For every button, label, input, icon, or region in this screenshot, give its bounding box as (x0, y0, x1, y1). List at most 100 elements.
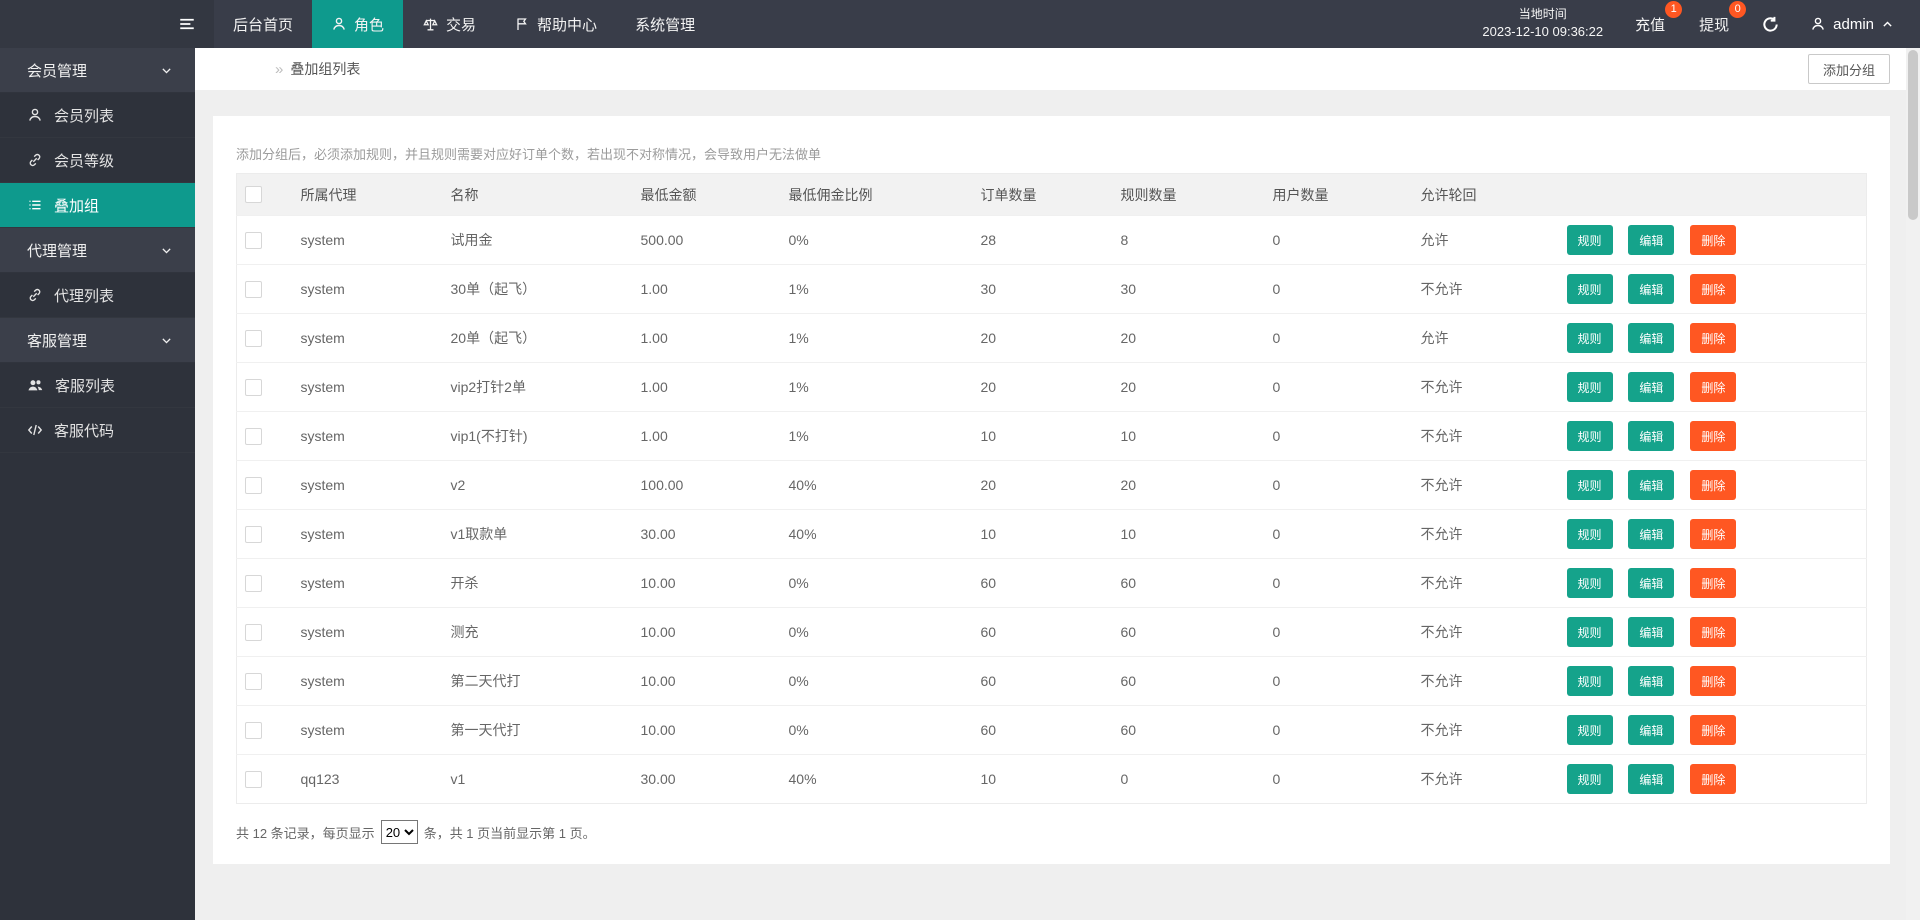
withdraw-button[interactable]: 提现 0 (1697, 0, 1747, 37)
logo-area (0, 0, 160, 48)
row-actions: 规则 编辑 删除 (1556, 313, 1867, 363)
delete-button[interactable]: 删除 (1690, 715, 1737, 745)
edit-button[interactable]: 编辑 (1628, 764, 1675, 794)
cell-min-commission: 0% (778, 558, 971, 608)
sidebar-item-stack-group[interactable]: 叠加组 (0, 183, 195, 228)
main-content: » 叠加组列表 添加分组 添加分组后，必须添加规则，并且规则需要对应好订单个数，… (195, 48, 1920, 920)
rule-button[interactable]: 规则 (1566, 323, 1613, 353)
cell-rule-count: 60 (1110, 656, 1263, 706)
rule-button[interactable]: 规则 (1566, 764, 1613, 794)
column-header-rule-count: 规则数量 (1110, 173, 1263, 216)
sidebar-item-member-level[interactable]: 会员等级 (0, 138, 195, 183)
row-checkbox-cell (236, 656, 291, 706)
rule-button[interactable]: 规则 (1566, 274, 1613, 304)
admin-menu[interactable]: admin (1810, 16, 1894, 33)
row-actions: 规则 编辑 删除 (1556, 754, 1867, 804)
nav-item-help-center[interactable]: 帮助中心 (495, 0, 616, 48)
row-checkbox[interactable] (245, 280, 262, 298)
row-checkbox[interactable] (245, 721, 262, 739)
row-checkbox[interactable] (245, 770, 262, 788)
edit-button[interactable]: 编辑 (1628, 715, 1675, 745)
chevron-down-icon (160, 244, 173, 257)
edit-button[interactable]: 编辑 (1628, 470, 1675, 500)
row-checkbox[interactable] (245, 427, 262, 445)
delete-button[interactable]: 删除 (1690, 568, 1737, 598)
cell-rule-count: 0 (1110, 754, 1263, 804)
edit-button[interactable]: 编辑 (1628, 617, 1675, 647)
row-checkbox[interactable] (245, 231, 262, 249)
local-time: 当地时间 2023-12-10 09:36:22 (1482, 6, 1603, 42)
vertical-scrollbar[interactable] (1906, 48, 1920, 920)
recharge-button[interactable]: 充值 1 (1633, 0, 1683, 37)
column-header-order-count: 订单数量 (970, 173, 1111, 216)
top-navbar: 后台首页 角色 交易 帮助中心 系统管理 当地时间 2023-12-10 09:… (0, 0, 1920, 48)
delete-button[interactable]: 删除 (1690, 666, 1737, 696)
edit-button[interactable]: 编辑 (1628, 519, 1675, 549)
nav-item-dashboard[interactable]: 后台首页 (214, 0, 312, 48)
sidebar-group-service-management[interactable]: 客服管理 (0, 318, 195, 363)
edit-button[interactable]: 编辑 (1628, 568, 1675, 598)
edit-button[interactable]: 编辑 (1628, 372, 1675, 402)
sidebar-item-agent-list[interactable]: 代理列表 (0, 273, 195, 318)
scales-icon (422, 16, 439, 33)
rule-button[interactable]: 规则 (1566, 421, 1613, 451)
rule-button[interactable]: 规则 (1566, 617, 1613, 647)
sidebar-group-member-management[interactable]: 会员管理 (0, 48, 195, 93)
cell-rule-count: 10 (1110, 411, 1263, 461)
cell-allow-loop: 不允许 (1410, 607, 1557, 657)
rule-button[interactable]: 规则 (1566, 470, 1613, 500)
table-row: system v1取款单 30.00 40% 10 10 0 不允许 规则 编辑… (236, 509, 1867, 559)
delete-button[interactable]: 删除 (1690, 323, 1737, 353)
edit-button[interactable]: 编辑 (1628, 323, 1675, 353)
sidebar-item-label: 会员等级 (54, 152, 115, 170)
delete-button[interactable]: 删除 (1690, 764, 1737, 794)
delete-button[interactable]: 删除 (1690, 470, 1737, 500)
select-all-checkbox[interactable] (245, 186, 262, 204)
cell-rule-count: 30 (1110, 264, 1263, 314)
sidebar-item-member-list[interactable]: 会员列表 (0, 93, 195, 138)
table-header-row: 所属代理 名称 最低金额 最低佣金比例 订单数量 规则数量 用户数量 允许轮回 (236, 173, 1867, 216)
rule-button[interactable]: 规则 (1566, 666, 1613, 696)
sidebar-item-service-list[interactable]: 客服列表 (0, 363, 195, 408)
add-group-button[interactable]: 添加分组 (1807, 54, 1890, 84)
row-actions: 规则 编辑 删除 (1556, 656, 1867, 706)
rule-button[interactable]: 规则 (1566, 715, 1613, 745)
rule-button[interactable]: 规则 (1566, 519, 1613, 549)
edit-button[interactable]: 编辑 (1628, 274, 1675, 304)
row-checkbox[interactable] (245, 476, 262, 494)
nav-item-system[interactable]: 系统管理 (616, 0, 714, 48)
sidebar-group-agent-management[interactable]: 代理管理 (0, 228, 195, 273)
cell-allow-loop: 不允许 (1410, 460, 1557, 510)
cell-user-count: 0 (1262, 215, 1411, 265)
delete-button[interactable]: 删除 (1690, 421, 1737, 451)
row-checkbox[interactable] (245, 329, 262, 347)
row-checkbox[interactable] (245, 672, 262, 690)
delete-button[interactable]: 删除 (1690, 372, 1737, 402)
nav-item-roles[interactable]: 角色 (312, 0, 404, 48)
row-checkbox-cell (236, 705, 291, 755)
delete-button[interactable]: 删除 (1690, 519, 1737, 549)
nav-item-trade[interactable]: 交易 (403, 0, 495, 48)
edit-button[interactable]: 编辑 (1628, 225, 1675, 255)
sidebar-toggle-button[interactable] (160, 0, 214, 48)
edit-button[interactable]: 编辑 (1628, 666, 1675, 696)
cell-user-count: 0 (1262, 607, 1411, 657)
refresh-button[interactable] (1761, 15, 1780, 34)
cell-rule-count: 8 (1110, 215, 1263, 265)
rule-button[interactable]: 规则 (1566, 568, 1613, 598)
row-checkbox[interactable] (245, 574, 262, 592)
row-checkbox[interactable] (245, 378, 262, 396)
row-checkbox[interactable] (245, 525, 262, 543)
delete-button[interactable]: 删除 (1690, 225, 1737, 255)
delete-button[interactable]: 删除 (1690, 274, 1737, 304)
delete-button[interactable]: 删除 (1690, 617, 1737, 647)
row-checkbox[interactable] (245, 623, 262, 641)
rule-button[interactable]: 规则 (1566, 225, 1613, 255)
edit-button[interactable]: 编辑 (1628, 421, 1675, 451)
scrollbar-thumb[interactable] (1908, 50, 1918, 220)
rule-button[interactable]: 规则 (1566, 372, 1613, 402)
page-size-select[interactable]: 20 (380, 820, 418, 844)
flag-icon (514, 16, 530, 32)
sidebar-item-service-code[interactable]: 客服代码 (0, 408, 195, 453)
cell-agent: system (290, 362, 441, 412)
